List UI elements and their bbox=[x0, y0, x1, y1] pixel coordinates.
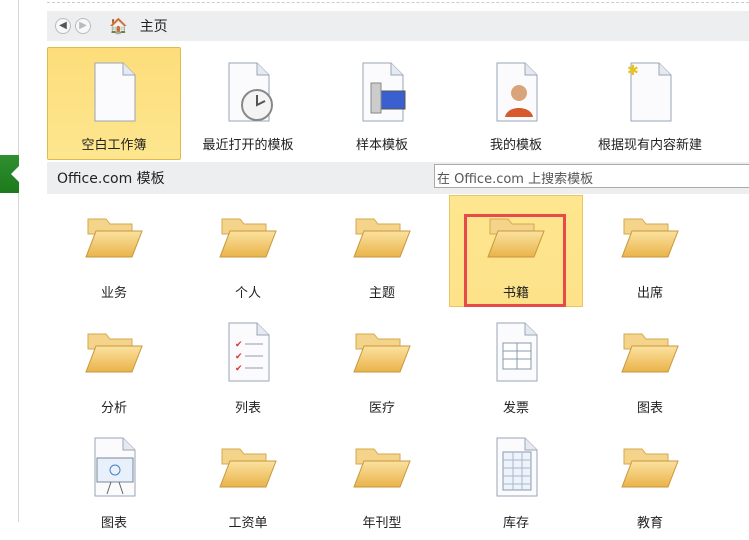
category-item[interactable]: ✔ ✔ ✔ 列表 bbox=[181, 310, 315, 425]
tile-label: 样本模板 bbox=[355, 138, 408, 153]
tile-label: 最近打开的模板 bbox=[202, 138, 294, 153]
category-selected-item[interactable]: 书籍 bbox=[449, 195, 583, 307]
category-item[interactable]: 业务 bbox=[47, 195, 181, 310]
svg-text:✔: ✔ bbox=[235, 340, 243, 350]
category-item[interactable]: 医疗 bbox=[315, 310, 449, 425]
template-tile[interactable]: 样本模板 bbox=[315, 47, 449, 160]
navigation-bar: ◀ ▶ 🏠 主页 bbox=[47, 11, 749, 41]
divider bbox=[47, 2, 749, 3]
template-tile[interactable]: ✱ 根据现有内容新建 bbox=[583, 47, 717, 160]
folder-icon bbox=[620, 436, 680, 498]
template-search-input[interactable]: 在 Office.com 上搜索模板 bbox=[434, 164, 749, 188]
category-item[interactable]: 库存 bbox=[449, 425, 583, 540]
tile-label: 空白工作簿 bbox=[81, 138, 147, 153]
breadcrumb[interactable]: 主页 bbox=[140, 16, 168, 36]
folder-icon bbox=[84, 321, 144, 383]
category-grid: 业务 个人 主题 书籍 出席 分析 ✔ ✔ ✔ 列表 医疗 发票 图表 图表 工资单 年刊型 库存 教育 bbox=[47, 195, 717, 540]
category-label: 列表 bbox=[234, 401, 261, 416]
category-item[interactable]: 教育 bbox=[583, 425, 717, 540]
template-source-row: 空白工作簿 最近打开的模板 样本模板 我的模板 ✱ 根据现有内容新建 bbox=[47, 47, 717, 160]
folder-icon bbox=[218, 206, 278, 268]
new-from-existing-icon: ✱ bbox=[625, 56, 675, 128]
folder-icon bbox=[352, 436, 412, 498]
category-label: 业务 bbox=[100, 286, 127, 301]
folder-icon bbox=[620, 321, 680, 383]
category-label: 主题 bbox=[368, 286, 395, 301]
category-item[interactable]: 图表 bbox=[583, 310, 717, 425]
folder-icon bbox=[352, 206, 412, 268]
back-button[interactable]: ◀ bbox=[55, 18, 71, 34]
tile-label: 根据现有内容新建 bbox=[597, 138, 702, 153]
invoice-icon bbox=[491, 321, 541, 383]
office-section-bar: Office.com 模板 在 Office.com 上搜索模板 bbox=[47, 162, 749, 194]
tile-label: 我的模板 bbox=[489, 138, 542, 153]
annotation-highlight-box bbox=[464, 214, 566, 307]
template-tile[interactable]: 空白工作簿 bbox=[47, 47, 181, 160]
svg-text:✱: ✱ bbox=[627, 63, 639, 79]
chart-board-icon bbox=[89, 436, 139, 498]
category-item[interactable]: 工资单 bbox=[181, 425, 315, 540]
category-label: 出席 bbox=[636, 286, 663, 301]
category-item[interactable]: 分析 bbox=[47, 310, 181, 425]
selected-nav-tab-new[interactable] bbox=[0, 155, 19, 193]
template-tile[interactable]: 我的模板 bbox=[449, 47, 583, 160]
folder-icon bbox=[218, 436, 278, 498]
category-item[interactable]: 个人 bbox=[181, 195, 315, 310]
forward-button[interactable]: ▶ bbox=[75, 18, 91, 34]
category-item[interactable]: 图表 bbox=[47, 425, 181, 540]
category-item[interactable]: 主题 bbox=[315, 195, 449, 310]
backstage-nav bbox=[0, 0, 19, 522]
svg-text:✔: ✔ bbox=[235, 352, 243, 362]
recent-clock-icon bbox=[223, 56, 273, 128]
folder-icon bbox=[620, 206, 680, 268]
folder-icon bbox=[352, 321, 412, 383]
blank-doc-icon bbox=[89, 56, 139, 128]
checklist-icon: ✔ ✔ ✔ bbox=[223, 321, 273, 383]
my-template-icon bbox=[491, 56, 541, 128]
section-title: Office.com 模板 bbox=[57, 171, 165, 187]
category-label: 分析 bbox=[100, 401, 127, 416]
category-item[interactable]: 出席 bbox=[583, 195, 717, 310]
sample-template-icon bbox=[357, 56, 407, 128]
category-label: 图表 bbox=[636, 401, 663, 416]
home-icon[interactable]: 🏠 bbox=[109, 17, 128, 35]
category-item[interactable]: 发票 bbox=[449, 310, 583, 425]
category-item[interactable]: 年刊型 bbox=[315, 425, 449, 540]
category-label: 发票 bbox=[502, 401, 529, 416]
folder-icon bbox=[84, 206, 144, 268]
template-tile[interactable]: 最近打开的模板 bbox=[181, 47, 315, 160]
svg-text:✔: ✔ bbox=[235, 364, 243, 374]
category-label: 个人 bbox=[234, 286, 261, 301]
inventory-icon bbox=[491, 436, 541, 498]
category-label: 医疗 bbox=[368, 401, 395, 416]
pane-gap bbox=[19, 0, 47, 522]
